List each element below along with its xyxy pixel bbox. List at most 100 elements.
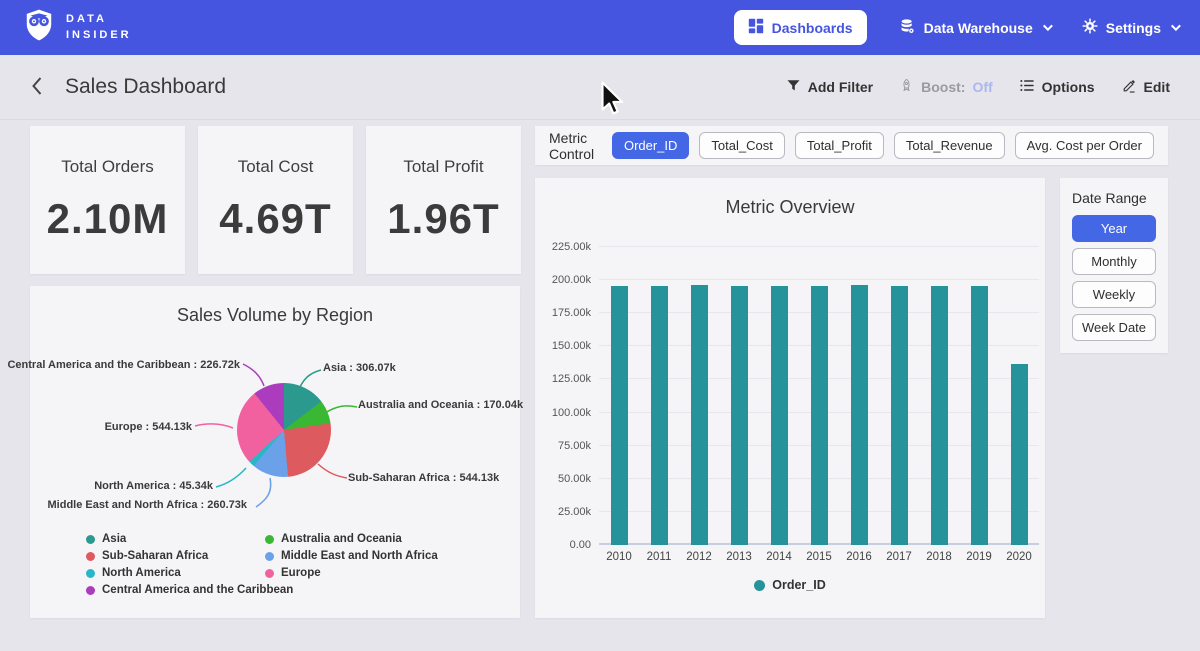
bar-2015[interactable]	[811, 286, 828, 545]
edit-button[interactable]: Edit	[1121, 78, 1170, 97]
bar-chart-card: Metric Overview 0.0025.00k50.00k75.00k10…	[535, 178, 1045, 618]
kpi-card-total-profit: Total Profit1.96T	[366, 126, 521, 274]
x-tick-label: 2010	[599, 551, 639, 563]
x-tick-label: 2015	[799, 551, 839, 563]
nav-settings-label: Settings	[1106, 20, 1161, 36]
bar-2017[interactable]	[891, 286, 908, 545]
x-tick-label: 2016	[839, 551, 879, 563]
bar-slot	[759, 247, 799, 545]
legend-label: Order_ID	[772, 578, 826, 592]
kpi-card-total-orders: Total Orders 2.10M	[30, 126, 185, 274]
date-range-week-date[interactable]: Week Date	[1072, 314, 1156, 341]
legend-text: Australia and Oceania	[281, 533, 402, 545]
date-range-monthly[interactable]: Monthly	[1072, 248, 1156, 275]
bar-slot	[679, 247, 719, 545]
metric-chip-total-profit[interactable]: Total_Profit	[795, 132, 884, 159]
x-tick-label: 2012	[679, 551, 719, 563]
bar-slot	[719, 247, 759, 545]
y-tick-label: 75.00k	[558, 440, 591, 452]
options-list-icon	[1019, 78, 1035, 96]
y-tick-label: 225.00k	[552, 241, 591, 253]
pie-chart-card: Sales Volume by Region Asia : 306.07k Au…	[30, 286, 520, 618]
bar-2020[interactable]	[1011, 364, 1028, 545]
bar-2019[interactable]	[971, 286, 988, 545]
x-tick-label: 2018	[919, 551, 959, 563]
bar-slot	[919, 247, 959, 545]
top-navigation: Dashboards Data Warehouse	[734, 10, 1178, 45]
x-tick-label: 2017	[879, 551, 919, 563]
kpi-card-total-cost: Total Cost4.69T	[198, 126, 353, 274]
date-range-year[interactable]: Year	[1072, 215, 1156, 242]
x-tick-label: 2020	[999, 551, 1039, 563]
pie-chart[interactable]	[237, 383, 331, 477]
pie-label-north-america: North America : 45.34k	[94, 480, 213, 492]
bar-2013[interactable]	[731, 286, 748, 545]
bar-2016[interactable]	[851, 285, 868, 545]
nav-data-warehouse[interactable]: Data Warehouse	[899, 18, 1050, 38]
kpi-label: Total Orders	[61, 157, 154, 177]
brand-logo[interactable]: DATA INSIDER	[22, 7, 132, 48]
bar-2010[interactable]	[611, 286, 628, 545]
legend-text: Middle East and North Africa	[281, 550, 438, 562]
bar-chart-legend: Order_ID	[535, 578, 1045, 592]
legend-dot	[86, 552, 95, 561]
gear-icon	[1082, 18, 1098, 37]
boost-state: Off	[972, 79, 992, 95]
bar-slot	[639, 247, 679, 545]
date-range-label: Date Range	[1072, 190, 1156, 206]
edit-label: Edit	[1144, 79, 1170, 95]
pie-legend-column-2: Australia and Oceania Middle East and Nor…	[265, 533, 438, 579]
y-tick-label: 200.00k	[552, 274, 591, 286]
date-range-weekly[interactable]: Weekly	[1072, 281, 1156, 308]
legend-dot	[754, 580, 765, 591]
database-icon	[899, 18, 916, 38]
legend-text: Asia	[102, 533, 126, 545]
nav-dashboards-label: Dashboards	[772, 20, 853, 36]
bar-2014[interactable]	[771, 286, 788, 545]
bar-slot	[879, 247, 919, 545]
bar-slot	[959, 247, 999, 545]
kpi-value: 2.10M	[47, 195, 169, 243]
topbar: DATA INSIDER Dashboards	[0, 0, 1200, 55]
bar-chart-plot	[599, 247, 1039, 545]
header-actions: Add Filter Boost: Off	[786, 78, 1170, 97]
legend-item-middle-east-and-north-africa: Middle East and North Africa	[265, 550, 438, 562]
metric-control-label: Metric Control	[549, 130, 598, 162]
metric-chip-total-cost[interactable]: Total_Cost	[699, 132, 784, 159]
x-tick-label: 2013	[719, 551, 759, 563]
nav-dashboards[interactable]: Dashboards	[734, 10, 867, 45]
page-title: Sales Dashboard	[65, 75, 226, 99]
rocket-icon	[899, 78, 914, 96]
add-filter-button[interactable]: Add Filter	[786, 78, 873, 96]
metric-chip-order-id[interactable]: Order_ID	[612, 132, 689, 159]
back-button[interactable]	[30, 74, 43, 100]
nav-data-warehouse-label: Data Warehouse	[924, 20, 1033, 36]
bar-slot	[839, 247, 879, 545]
metric-control-bar: Metric Control Order_ID Total_Cost Total_P…	[535, 126, 1168, 165]
legend-text: Sub-Saharan Africa	[102, 550, 208, 562]
metric-chip-group: Order_ID Total_Cost Total_Profit Total_Reve…	[612, 132, 1154, 159]
options-button[interactable]: Options	[1019, 78, 1095, 96]
x-tick-label: 2019	[959, 551, 999, 563]
pie-label-mena: Middle East and North Africa : 260.73k	[48, 499, 247, 511]
legend-dot	[265, 569, 274, 578]
chevron-down-icon	[1171, 21, 1181, 31]
metric-chip-total-revenue[interactable]: Total_Revenue	[894, 132, 1005, 159]
bar-2018[interactable]	[931, 286, 948, 545]
kpi-label: Total Profit	[403, 157, 483, 177]
y-tick-label: 175.00k	[552, 307, 591, 319]
legend-text: North America	[102, 567, 181, 579]
bar-chart-title: Metric Overview	[535, 178, 1045, 218]
owl-logo-icon	[22, 7, 56, 48]
options-label: Options	[1042, 79, 1095, 95]
boost-toggle[interactable]: Boost: Off	[899, 78, 993, 96]
boost-label: Boost:	[921, 79, 965, 95]
bar-2011[interactable]	[651, 286, 668, 545]
pie-label-asia: Asia : 306.07k	[323, 362, 396, 374]
bar-2012[interactable]	[691, 285, 708, 545]
nav-settings[interactable]: Settings	[1082, 18, 1178, 37]
x-tick-label: 2011	[639, 551, 679, 563]
pie-label-central-america: Central America and the Caribbean : 226.…	[7, 359, 240, 371]
metric-chip-avg-cost-per-order[interactable]: Avg. Cost per Order	[1015, 132, 1154, 159]
legend-dot	[86, 586, 95, 595]
